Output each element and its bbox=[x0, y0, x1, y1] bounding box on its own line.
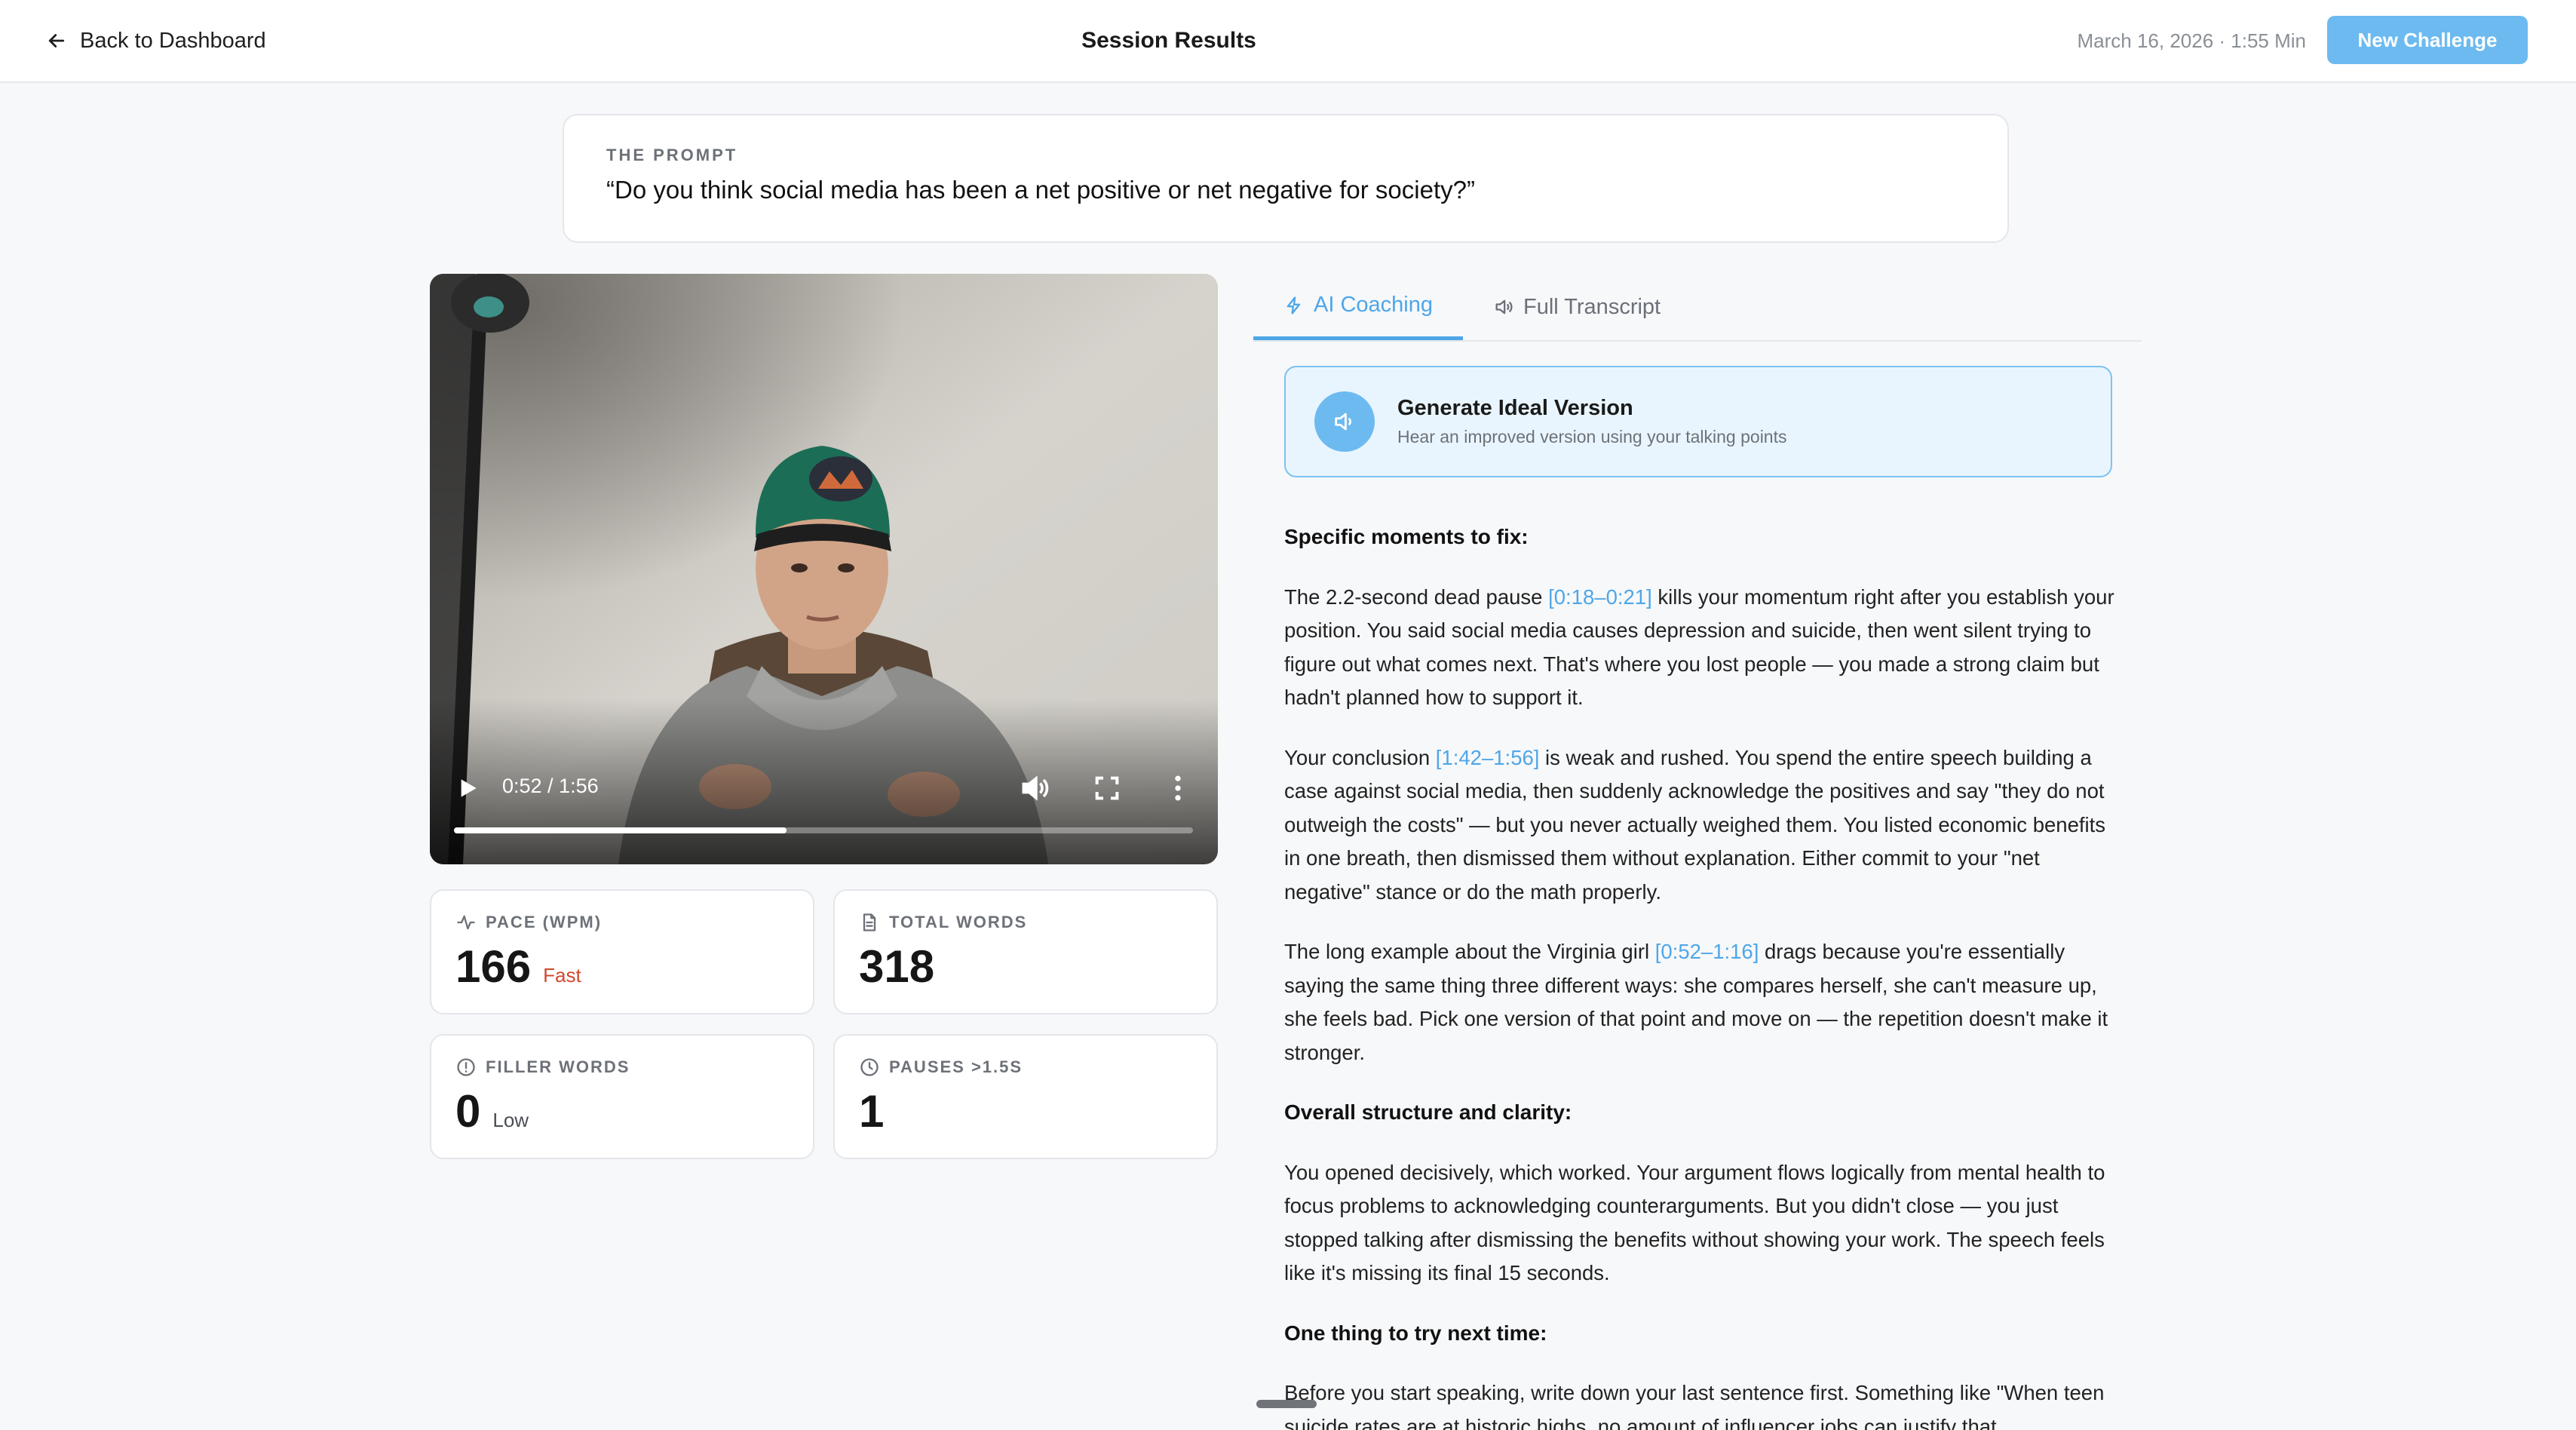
coaching-feedback: Specific moments to fix: The 2.2-second … bbox=[1284, 520, 2115, 1430]
total-words-label: TOTAL WORDS bbox=[889, 913, 1028, 931]
speaker-icon bbox=[1495, 299, 1513, 315]
next-time-paragraph: Before you start speaking, write down yo… bbox=[1284, 1381, 2105, 1430]
prompt-text: “Do you think social media has been a ne… bbox=[606, 176, 1475, 204]
pace-value: 166 bbox=[455, 941, 532, 992]
session-meta: March 16, 2026 · 1:55 Min bbox=[2077, 29, 2307, 52]
feedback-paragraph: The 2.2-second dead pause [0:18–0:21] ki… bbox=[1284, 581, 2115, 715]
page-title: Session Results bbox=[0, 24, 2338, 57]
structure-heading: Overall structure and clarity: bbox=[1284, 1100, 1572, 1124]
filler-words-card: FILLER WORDS 0 Low bbox=[430, 1034, 814, 1159]
clock-icon bbox=[860, 1058, 879, 1076]
prompt-card: THE PROMPT “Do you think social media ha… bbox=[563, 114, 2009, 243]
p1-before: The 2.2-second dead pause bbox=[1284, 585, 1549, 609]
results-tabs: AI Coaching Full Transcript bbox=[1253, 274, 2142, 342]
ideal-title: Generate Ideal Version bbox=[1397, 396, 1633, 420]
total-words-value: 318 bbox=[859, 941, 935, 992]
tab-full-transcript-label: Full Transcript bbox=[1523, 294, 1661, 319]
new-challenge-button[interactable]: New Challenge bbox=[2327, 16, 2528, 64]
timestamp-link[interactable]: [0:52–1:16] bbox=[1655, 940, 1759, 963]
pauses-label: PAUSES >1.5S bbox=[889, 1057, 1023, 1076]
total-words-card: TOTAL WORDS 318 bbox=[833, 889, 1218, 1014]
timestamp-link[interactable]: [1:42–1:56] bbox=[1436, 746, 1540, 769]
pauses-value: 1 bbox=[859, 1086, 885, 1137]
timestamp-link[interactable]: [0:18–0:21] bbox=[1548, 585, 1652, 609]
scroll-handle[interactable] bbox=[1256, 1400, 1317, 1408]
video-progress-fill bbox=[454, 827, 787, 833]
generate-ideal-version-button[interactable]: Generate Ideal Version Hear an improved … bbox=[1284, 366, 2112, 477]
feedback-paragraph: The long example about the Virginia girl… bbox=[1284, 935, 2115, 1069]
moments-heading: Specific moments to fix: bbox=[1284, 525, 1529, 548]
top-bar: Back to Dashboard Session Results March … bbox=[0, 0, 2576, 83]
activity-icon bbox=[457, 915, 475, 930]
pace-label: PACE (WPM) bbox=[486, 913, 603, 931]
pace-tag: Fast bbox=[543, 964, 581, 987]
filler-words-tag: Low bbox=[492, 1109, 529, 1131]
document-icon bbox=[863, 913, 876, 931]
ideal-subtitle: Hear an improved version using your talk… bbox=[1397, 427, 1787, 446]
video-player[interactable]: 0:52 / 1:56 bbox=[430, 274, 1218, 864]
alert-circle-icon bbox=[457, 1058, 475, 1076]
filler-words-label: FILLER WORDS bbox=[486, 1057, 630, 1076]
structure-paragraph: You opened decisively, which worked. You… bbox=[1284, 1160, 2105, 1285]
play-icon[interactable] bbox=[452, 773, 483, 803]
p3-before: The long example about the Virginia girl bbox=[1284, 940, 1655, 963]
pauses-card: PAUSES >1.5S 1 bbox=[833, 1034, 1218, 1159]
filler-words-value: 0 bbox=[455, 1086, 481, 1137]
fullscreen-icon[interactable] bbox=[1092, 773, 1122, 803]
ideal-icon-circle bbox=[1314, 391, 1375, 452]
tab-full-transcript[interactable]: Full Transcript bbox=[1463, 274, 1691, 340]
prompt-label: THE PROMPT bbox=[606, 146, 738, 164]
page-title-text: Session Results bbox=[1081, 28, 1256, 53]
pace-card: PACE (WPM) 166 Fast bbox=[430, 889, 814, 1014]
volume-icon[interactable] bbox=[1018, 772, 1051, 805]
lightning-icon bbox=[1286, 296, 1301, 315]
video-time: 0:52 / 1:56 bbox=[502, 775, 599, 797]
feedback-paragraph: Your conclusion [1:42–1:56] is weak and … bbox=[1284, 741, 2115, 910]
tab-ai-coaching-label: AI Coaching bbox=[1314, 293, 1433, 317]
p2-before: Your conclusion bbox=[1284, 745, 1436, 769]
video-progress-bar[interactable] bbox=[454, 827, 1193, 833]
next-time-heading: One thing to try next time: bbox=[1284, 1321, 1547, 1345]
more-options-icon[interactable] bbox=[1161, 772, 1194, 805]
tab-ai-coaching[interactable]: AI Coaching bbox=[1253, 274, 1463, 340]
speaker-icon bbox=[1335, 413, 1351, 431]
